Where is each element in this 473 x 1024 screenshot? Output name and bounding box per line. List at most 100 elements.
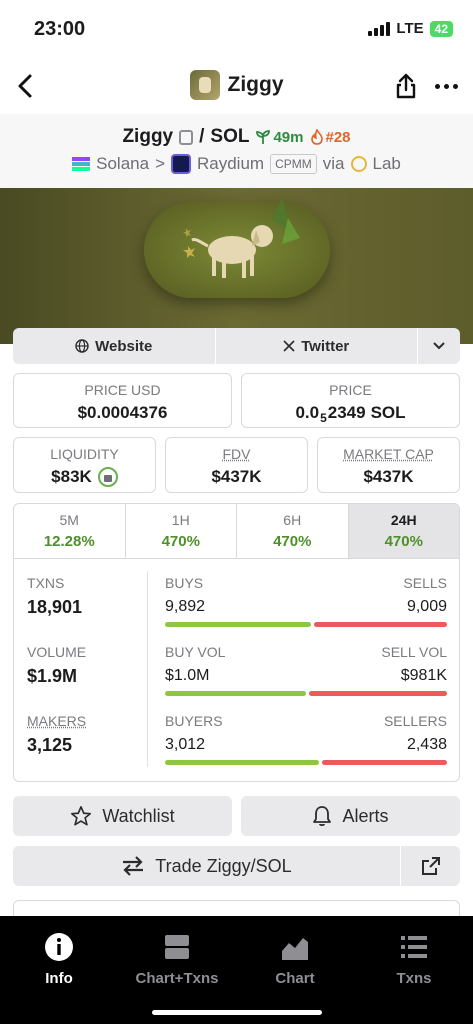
price-native-zeros: 5 xyxy=(320,411,327,425)
token-avatar xyxy=(189,70,220,100)
tab-5m[interactable]: 5M 12.28% xyxy=(14,504,126,558)
liquidity-value: $83K xyxy=(51,467,92,486)
tab-label: 24H xyxy=(390,512,417,528)
volume-split-bar xyxy=(165,691,447,696)
chain-name[interactable]: Solana xyxy=(96,154,149,174)
liquidity-label: LIQUIDITY xyxy=(50,446,119,462)
more-dot xyxy=(452,83,458,89)
tab-label: 1H xyxy=(171,512,190,528)
lab-icon xyxy=(350,156,367,172)
makers-label[interactable]: MAKERS xyxy=(27,713,86,729)
price-native-prefix: 0.0 xyxy=(295,403,320,422)
buy-vol-label: BUY VOL xyxy=(165,644,226,660)
bell-icon xyxy=(313,806,332,827)
tab-change: 470% xyxy=(384,533,423,550)
price-native-card: PRICE 0.0 5 2349 SOL xyxy=(241,373,460,428)
price-native-digits: 2349 xyxy=(327,403,366,422)
buy-segment xyxy=(165,760,320,765)
trending-rank-value: #28 xyxy=(325,128,351,146)
solana-icon xyxy=(72,157,91,171)
alerts-label: Alerts xyxy=(342,805,389,826)
liquidity-card: LIQUIDITY $83K xyxy=(13,437,156,493)
price-native-unit: SOL xyxy=(370,403,406,422)
makers-stat: MAKERS 3,125 xyxy=(27,713,86,756)
dex-name[interactable]: Raydium xyxy=(197,154,264,174)
makers-value: 3,125 xyxy=(27,735,73,755)
buyers-sellers-bar xyxy=(165,760,447,765)
signal-icon xyxy=(368,21,391,36)
status-bar: 23:00 LTE 42 xyxy=(0,0,473,58)
pair-age: 49m xyxy=(255,128,304,146)
tab-label: Txns xyxy=(396,970,432,987)
pair-age-value: 49m xyxy=(273,128,304,146)
volume-label: VOLUME xyxy=(27,644,87,660)
tab-label: 5M xyxy=(59,512,79,528)
trade-button[interactable]: Trade Ziggy/SOL xyxy=(13,846,400,886)
tab-label: 6H xyxy=(283,512,302,528)
tab-label: Chart xyxy=(275,970,315,987)
sells-value: 9,009 xyxy=(406,598,447,615)
pair-header: Ziggy / SOL 49m #28 Solana > Raydium CPM… xyxy=(0,114,473,188)
tab-txns[interactable]: Txns xyxy=(355,932,473,987)
share-button[interactable] xyxy=(393,72,419,100)
sell-vol-value: $981K xyxy=(400,667,447,684)
watchlist-label: Watchlist xyxy=(102,805,175,826)
txns-value: 18,901 xyxy=(27,597,83,617)
info-icon xyxy=(0,932,118,962)
twitter-label: Twitter xyxy=(301,337,350,355)
tab-6h[interactable]: 6H 470% xyxy=(237,504,349,558)
tab-info[interactable]: Info xyxy=(0,932,118,987)
open-external-button[interactable] xyxy=(400,846,460,886)
status-indicators: LTE 42 xyxy=(368,20,453,37)
buys-value: 9,892 xyxy=(165,598,206,615)
flame-icon xyxy=(310,129,323,145)
source-name[interactable]: Lab xyxy=(373,154,401,174)
website-label: Website xyxy=(95,337,153,355)
star-icon xyxy=(71,806,92,826)
market-cap-value: $437K xyxy=(363,467,414,486)
tab-chart-txns[interactable]: Chart+Txns xyxy=(118,932,236,987)
route-line: Solana > Raydium CPMM via Lab xyxy=(0,154,473,174)
copy-icon[interactable] xyxy=(179,129,194,145)
more-dot xyxy=(443,83,449,89)
sellers-label: SELLERS xyxy=(383,713,447,729)
buyers-sellers-stat: BUYERS SELLERS 3,012 2,438 xyxy=(165,713,447,765)
fdv-label[interactable]: FDV xyxy=(166,446,307,462)
nav-bar: Ziggy xyxy=(0,58,473,114)
website-button[interactable]: Website xyxy=(13,328,216,364)
sprout-icon xyxy=(256,130,271,144)
more-button[interactable] xyxy=(431,72,461,100)
stats-grid: TXNS 18,901 VOLUME $1.9M MAKERS 3,125 BU… xyxy=(14,559,459,781)
buy-segment xyxy=(165,622,311,627)
sellers-value: 2,438 xyxy=(406,736,447,753)
buyers-value: 3,012 xyxy=(165,736,206,753)
sell-segment xyxy=(313,622,447,627)
chart-txns-icon xyxy=(118,932,236,962)
tab-change: 12.28% xyxy=(43,533,95,550)
raydium-icon xyxy=(171,154,191,174)
pool-type-badge: CPMM xyxy=(270,154,317,174)
price-native-value: 0.0 5 2349 SOL xyxy=(242,403,459,425)
trending-rank: #28 xyxy=(310,129,351,146)
sell-segment xyxy=(322,760,447,765)
market-cap-label[interactable]: MARKET CAP xyxy=(318,446,459,462)
twitter-button[interactable]: Twitter xyxy=(216,328,418,364)
txns-label: TXNS xyxy=(27,575,65,591)
stats-divider xyxy=(147,571,148,767)
more-links-button[interactable] xyxy=(418,328,460,364)
tab-chart[interactable]: Chart xyxy=(236,932,354,987)
lock-icon[interactable] xyxy=(97,467,118,487)
social-links: Website Twitter xyxy=(13,328,460,364)
period-tabs: 5M 12.28% 1H 470% 6H 470% 24H 470% xyxy=(14,504,459,559)
via-label: via xyxy=(322,154,345,173)
alerts-button[interactable]: Alerts xyxy=(241,796,460,836)
buys-sells-bar xyxy=(165,622,447,627)
tab-label: Chart+Txns xyxy=(135,970,219,987)
chevron-down-icon xyxy=(433,342,445,350)
buy-vol-value: $1.0M xyxy=(165,667,210,684)
list-icon xyxy=(355,932,473,962)
tab-1h[interactable]: 1H 470% xyxy=(126,504,237,558)
tab-24h[interactable]: 24H 470% xyxy=(348,504,459,558)
txns-stat: TXNS 18,901 xyxy=(27,575,82,618)
watchlist-button[interactable]: Watchlist xyxy=(13,796,232,836)
